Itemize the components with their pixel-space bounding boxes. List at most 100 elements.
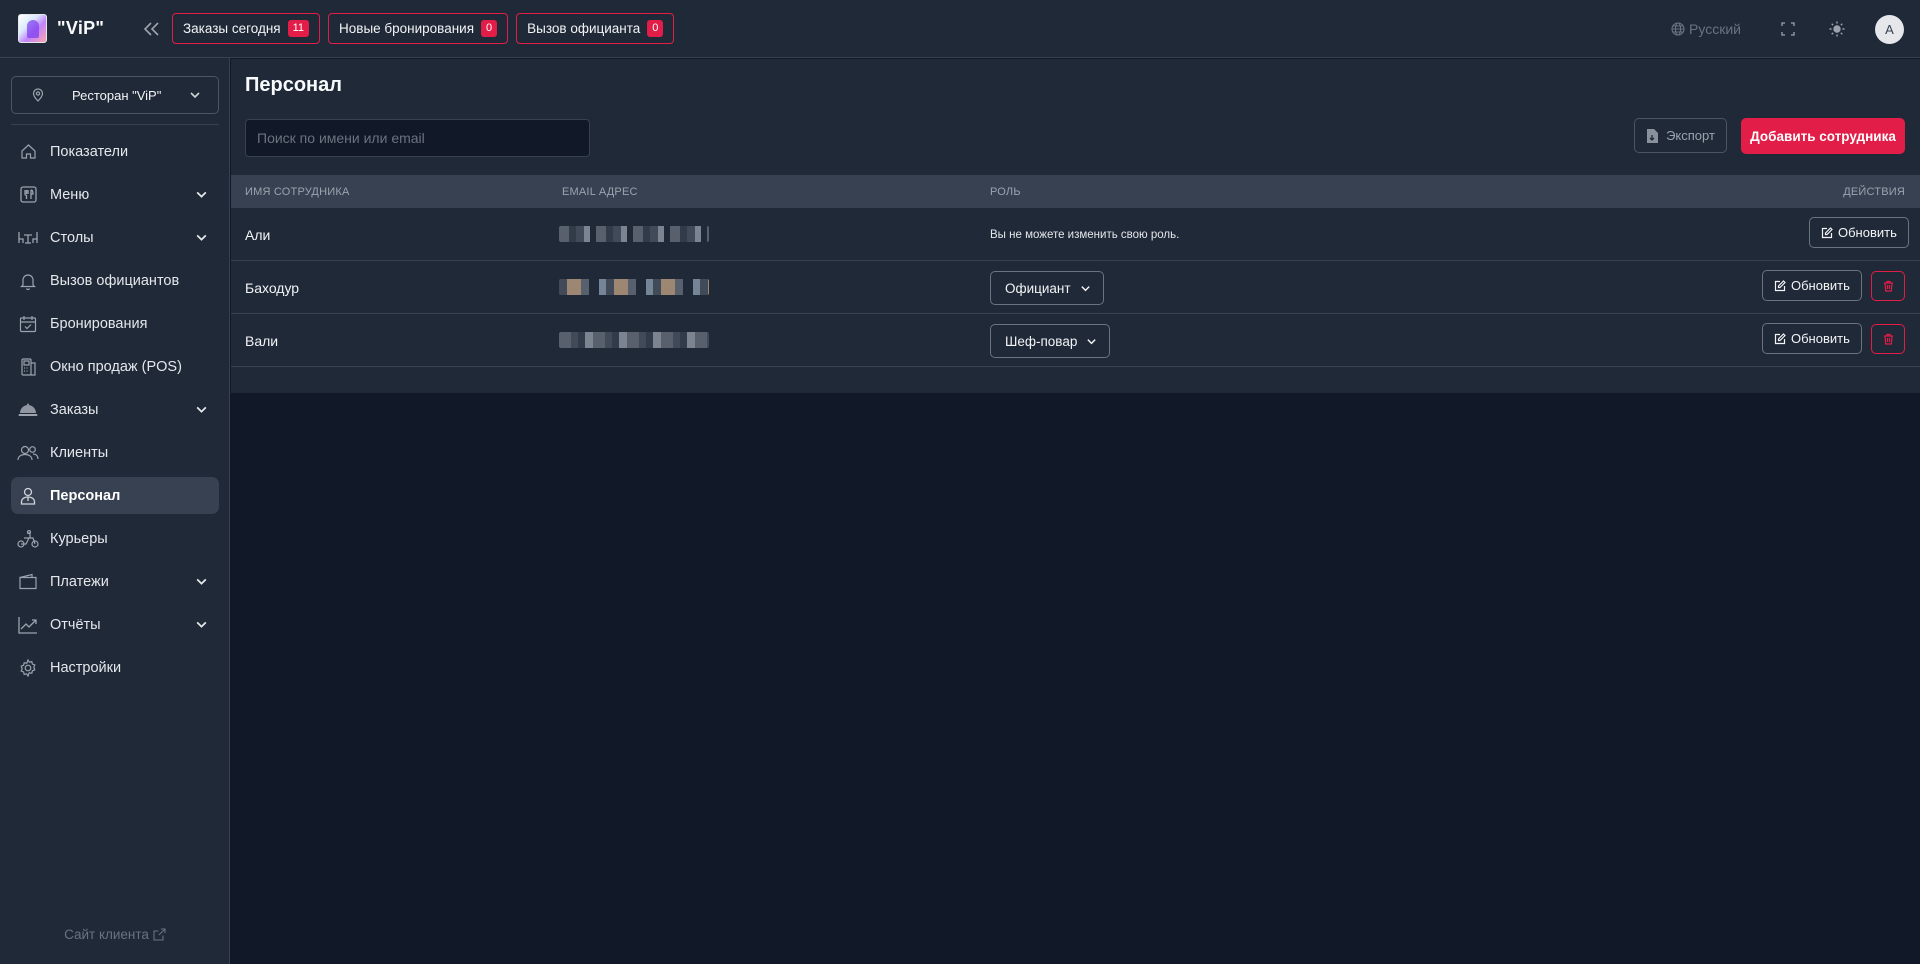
orders-today-label: Заказы сегодня <box>183 21 281 36</box>
table-row: Баходур Официант Обновить <box>231 261 1920 314</box>
calendar-check-icon <box>17 315 39 333</box>
update-label: Обновить <box>1791 331 1850 346</box>
sun-theme-icon[interactable] <box>1829 21 1845 37</box>
role-select-value: Официант <box>1005 280 1071 296</box>
users-icon <box>17 445 39 461</box>
sidebar-item-tables[interactable]: Столы <box>11 219 219 256</box>
sidebar-item-label: Персонал <box>50 487 121 504</box>
update-button[interactable]: Обновить <box>1762 270 1862 301</box>
table-row: Али Вы не можете изменить свою роль. Обн… <box>231 208 1920 261</box>
sidebar-item-clients[interactable]: Клиенты <box>11 434 219 471</box>
chevron-down-icon <box>195 231 208 244</box>
user-avatar[interactable]: A <box>1875 14 1904 44</box>
sidebar-item-pos[interactable]: Окно продаж (POS) <box>11 348 219 385</box>
main-content: Персонал Экспорт Добавить сотрудника ИМЯ… <box>231 59 1920 964</box>
brand-name: "ViP" <box>57 18 105 38</box>
sidebar-item-label: Бронирования <box>50 315 148 332</box>
sidebar-item-label: Заказы <box>50 401 99 418</box>
column-header-name: ИМЯ СОТРУДНИКА <box>245 186 350 198</box>
chevron-down-icon <box>189 89 201 101</box>
external-link-icon <box>149 928 166 941</box>
search-input[interactable] <box>245 119 590 157</box>
sidebar: Ресторан "ViP" Показатели Меню Столы Выз… <box>0 58 230 964</box>
email-redacted <box>559 226 709 242</box>
sidebar-item-staff[interactable]: Персонал <box>11 477 219 514</box>
email-redacted <box>559 279 709 295</box>
home-icon <box>17 143 39 160</box>
pos-terminal-icon <box>17 357 39 376</box>
sidebar-divider <box>11 124 219 125</box>
fullscreen-icon[interactable] <box>1781 22 1795 36</box>
client-site-link[interactable]: Сайт клиента <box>0 927 230 942</box>
employee-name: Вали <box>245 333 279 349</box>
orders-today-count: 11 <box>287 20 310 37</box>
bell-icon <box>17 272 39 290</box>
file-export-icon <box>1646 128 1666 143</box>
sidebar-item-label: Настройки <box>50 659 122 676</box>
sidebar-item-waiter-calls[interactable]: Вызов официантов <box>11 262 219 299</box>
update-button[interactable]: Обновить <box>1809 217 1909 248</box>
update-label: Обновить <box>1791 278 1850 293</box>
column-header-actions: ДЕЙСТВИЯ <box>1843 186 1905 198</box>
restaurant-select-value: Ресторан "ViP" <box>72 87 162 103</box>
export-button[interactable]: Экспорт <box>1634 118 1727 153</box>
staff-icon <box>17 487 39 505</box>
sidebar-item-label: Показатели <box>50 143 129 160</box>
role-note: Вы не можете изменить свою роль. <box>990 229 1180 241</box>
cloche-icon <box>17 402 39 417</box>
new-bookings-count: 0 <box>481 20 498 37</box>
export-label: Экспорт <box>1666 128 1715 143</box>
waiter-call-count: 0 <box>647 20 664 37</box>
restaurant-select[interactable]: Ресторан "ViP" <box>11 76 219 114</box>
add-employee-button[interactable]: Добавить сотрудника <box>1741 118 1905 154</box>
brand-logo-area[interactable]: "ViP" <box>18 14 128 43</box>
sidebar-item-label: Отчёты <box>50 616 101 633</box>
delete-button[interactable] <box>1871 271 1905 301</box>
edit-icon <box>1821 226 1838 239</box>
chevron-down-icon <box>195 618 208 631</box>
sidebar-item-dashboard[interactable]: Показатели <box>11 133 219 170</box>
chart-line-icon <box>17 616 39 634</box>
sidebar-item-reports[interactable]: Отчёты <box>11 606 219 643</box>
column-header-role: РОЛЬ <box>990 186 1021 198</box>
column-header-email: EMAIL АДРЕС <box>562 186 638 198</box>
orders-today-badge[interactable]: Заказы сегодня 11 <box>172 13 321 44</box>
collapse-sidebar-icon[interactable] <box>140 17 164 41</box>
globe-icon <box>1671 22 1689 36</box>
new-bookings-badge[interactable]: Новые бронирования 0 <box>328 13 509 44</box>
sidebar-item-label: Вызов официантов <box>50 272 180 289</box>
staff-table: ИМЯ СОТРУДНИКА EMAIL АДРЕС РОЛЬ ДЕЙСТВИЯ… <box>231 175 1920 367</box>
page-title: Персонал <box>245 74 342 96</box>
sidebar-item-payments[interactable]: Платежи <box>11 563 219 600</box>
sidebar-item-settings[interactable]: Настройки <box>11 649 219 686</box>
email-redacted <box>559 332 709 348</box>
restaurant-logo-image <box>18 14 47 43</box>
chevron-down-icon <box>1071 283 1091 294</box>
waiter-call-badge[interactable]: Вызов официанта 0 <box>516 13 675 44</box>
role-select[interactable]: Официант <box>990 271 1104 305</box>
sidebar-item-menu[interactable]: Меню <box>11 176 219 213</box>
role-select-value: Шеф-повар <box>1005 333 1078 349</box>
edit-icon <box>1774 332 1791 345</box>
employee-name: Али <box>245 227 271 243</box>
sidebar-item-bookings[interactable]: Бронирования <box>11 305 219 342</box>
sidebar-item-label: Клиенты <box>50 444 109 461</box>
wallet-icon <box>17 573 39 590</box>
sidebar-nav: Показатели Меню Столы Вызов официантов Б… <box>11 133 219 692</box>
chevron-down-icon <box>1077 336 1097 347</box>
employee-name: Баходур <box>245 280 300 296</box>
role-select[interactable]: Шеф-повар <box>990 324 1111 358</box>
staff-panel: Персонал Экспорт Добавить сотрудника ИМЯ… <box>231 59 1920 393</box>
chevron-down-icon <box>195 575 208 588</box>
sidebar-item-orders[interactable]: Заказы <box>11 391 219 428</box>
sidebar-item-label: Меню <box>50 186 90 203</box>
delete-button[interactable] <box>1871 324 1905 354</box>
sidebar-item-couriers[interactable]: Курьеры <box>11 520 219 557</box>
trash-icon <box>1883 333 1894 345</box>
chevron-down-icon <box>195 403 208 416</box>
sidebar-item-label: Курьеры <box>50 530 108 547</box>
utensils-icon <box>17 186 39 203</box>
update-button[interactable]: Обновить <box>1762 323 1862 354</box>
language-selector[interactable]: Русский <box>1671 21 1741 37</box>
chevron-down-icon <box>195 188 208 201</box>
